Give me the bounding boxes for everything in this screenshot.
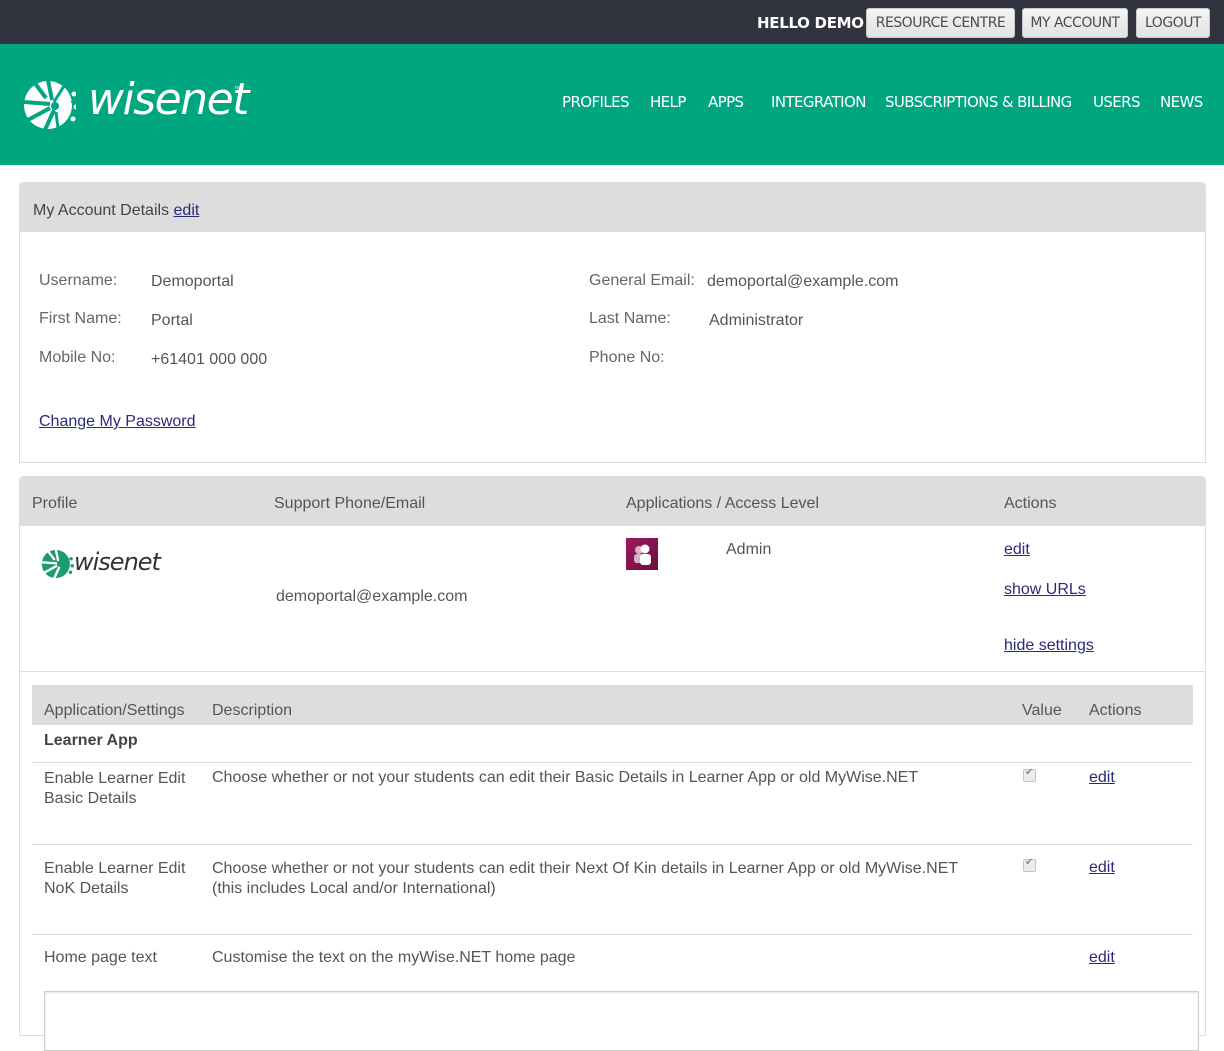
row-divider <box>32 762 1193 763</box>
username-value: Demoportal <box>151 273 234 290</box>
support-email: demoportal@example.com <box>276 588 468 605</box>
settings-table-header: Application/Settings Description Value A… <box>32 685 1193 725</box>
nav-users[interactable]: USERS <box>1093 93 1141 111</box>
account-title: My Account Details edit <box>33 202 199 220</box>
account-panel-header: My Account Details edit <box>20 183 1205 232</box>
nav-news[interactable]: NEWS <box>1160 93 1203 111</box>
people-icon <box>634 544 651 565</box>
profiles-table-header: Profile Support Phone/Email Applications… <box>20 477 1205 526</box>
col-description: Description <box>212 702 293 719</box>
setting-name: Enable Learner Edit Basic Details <box>44 769 185 809</box>
setting-name-line: Enable Learner Edit <box>44 860 186 877</box>
col-settings-actions: Actions <box>1089 702 1142 719</box>
email-value: demoportal@example.com <box>707 273 899 290</box>
mobile-label: Mobile No: <box>39 349 116 366</box>
setting-description: Choose whether or not your students can … <box>212 769 919 786</box>
group-learner-app: Learner App <box>44 732 138 749</box>
setting-edit-link[interactable]: edit <box>1089 949 1115 967</box>
setting-name-line: Enable Learner Edit <box>44 770 186 787</box>
nav-integration[interactable]: INTEGRATION <box>771 93 866 111</box>
setting-description-line: (this includes Local and/or Internationa… <box>212 880 496 897</box>
setting-description-line: Choose whether or not your students can … <box>212 860 959 877</box>
profile-edit-link[interactable]: edit <box>1004 541 1030 559</box>
account-details-panel: My Account Details edit Username: Demopo… <box>19 182 1206 463</box>
col-app-settings: Application/Settings <box>44 702 185 719</box>
setting-checkbox[interactable] <box>1023 857 1036 872</box>
first-name-value: Portal <box>151 312 193 329</box>
setting-description: Choose whether or not your students can … <box>212 859 958 899</box>
col-value: Value <box>1022 702 1062 719</box>
hide-settings-link[interactable]: hide settings <box>1004 637 1094 655</box>
users-app-icon[interactable] <box>626 538 658 570</box>
trademark: ™ <box>234 86 241 93</box>
setting-name: Enable Learner Edit NoK Details <box>44 859 185 899</box>
wisenet-globe-icon <box>41 549 74 581</box>
account-edit-link[interactable]: edit <box>174 202 200 219</box>
site-header: wisenet ™ PROFILES HELP APPS INTEGRATION… <box>0 44 1224 165</box>
setting-name-line: Basic Details <box>44 790 137 807</box>
username-label: Username: <box>39 272 118 289</box>
wisenet-logo[interactable]: wisenet ™ <box>24 74 254 136</box>
nav-profiles[interactable]: PROFILES <box>562 93 629 111</box>
phone-label: Phone No: <box>589 349 665 366</box>
change-password-link[interactable]: Change My Password <box>39 413 196 431</box>
logout-button[interactable]: LOGOUT <box>1136 8 1210 38</box>
setting-name: Home page text <box>44 949 157 966</box>
profiles-panel: Profile Support Phone/Email Applications… <box>19 476 1206 1051</box>
wisenet-globe-icon <box>24 79 76 133</box>
home-page-text-area[interactable] <box>44 991 1199 1051</box>
col-support: Support Phone/Email <box>274 495 426 512</box>
nav-subscriptions-billing[interactable]: SUBSCRIPTIONS & BILLING <box>885 93 1072 111</box>
account-title-text: My Account Details <box>33 202 170 219</box>
profile-logo-text: wisenet <box>74 548 161 576</box>
nav-apps[interactable]: APPS <box>708 93 744 111</box>
setting-name-line: NoK Details <box>44 880 129 897</box>
show-urls-link[interactable]: show URLs <box>1004 581 1086 599</box>
email-label: General Email: <box>589 272 695 289</box>
my-account-button[interactable]: MY ACCOUNT <box>1022 8 1128 38</box>
col-actions: Actions <box>1004 495 1057 512</box>
greeting: HELLO DEMO <box>757 14 864 32</box>
row-divider <box>32 934 1193 935</box>
col-profile: Profile <box>32 495 78 512</box>
col-applications: Applications / Access Level <box>626 495 819 512</box>
top-bar: HELLO DEMO RESOURCE CENTRE MY ACCOUNT LO… <box>0 0 1224 44</box>
profile-logo: wisenet <box>39 547 169 581</box>
last-name-label: Last Name: <box>589 310 671 327</box>
first-name-label: First Name: <box>39 310 122 327</box>
access-level: Admin <box>726 541 772 558</box>
resource-centre-button[interactable]: RESOURCE CENTRE <box>866 8 1015 38</box>
row-divider <box>20 671 1205 672</box>
setting-edit-link[interactable]: edit <box>1089 769 1115 787</box>
setting-checkbox[interactable] <box>1023 767 1036 782</box>
setting-description: Customise the text on the myWise.NET hom… <box>212 949 576 966</box>
mobile-value: +61401 000 000 <box>151 351 268 368</box>
logo-text: wisenet <box>88 74 249 125</box>
last-name-value: Administrator <box>709 312 804 329</box>
row-divider <box>32 844 1193 845</box>
setting-edit-link[interactable]: edit <box>1089 859 1115 877</box>
nav-help[interactable]: HELP <box>650 93 686 111</box>
